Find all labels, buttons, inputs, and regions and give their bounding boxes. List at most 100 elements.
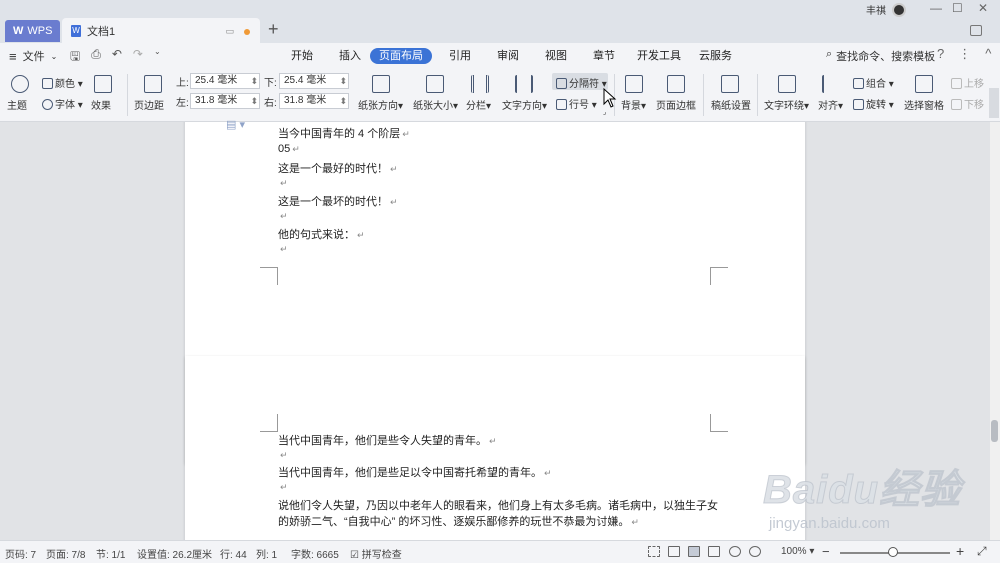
effect-button[interactable]: 效果 [91, 97, 111, 112]
color-button[interactable]: 颜色 ▾ [42, 75, 83, 90]
page-border-icon[interactable] [667, 75, 685, 93]
paragraph[interactable]: 的娇骄二气、“自我中心” 的坏习性、逐娱乐鄙修养的玩世不恭最为讨嫌。 ↵ [278, 513, 639, 529]
text-direction-button[interactable]: 文字方向▾ [502, 97, 547, 112]
tab-references[interactable]: 引用 [440, 48, 480, 64]
effect-icon[interactable] [94, 75, 112, 93]
orientation-button[interactable]: 纸张方向▾ [358, 97, 403, 112]
zoom-in-button[interactable]: + [956, 543, 964, 559]
background-icon[interactable] [625, 75, 643, 93]
page-view-icon[interactable] [688, 546, 700, 557]
paragraph[interactable]: 这是一个最坏的时代！ ↵ [278, 193, 398, 209]
zoom-out-button[interactable]: − [822, 544, 830, 559]
tab-view[interactable]: 视图 [536, 48, 576, 64]
page-size-icon[interactable] [426, 75, 444, 93]
text-direction-icon[interactable] [515, 75, 533, 93]
page-count[interactable]: 页面: 7/8 [46, 546, 85, 561]
scrollbar-thumb[interactable] [991, 420, 998, 442]
close-button[interactable]: ✕ [978, 1, 988, 15]
spell-check-button[interactable]: ☑ 拼写检查 [350, 546, 402, 561]
zoom-level[interactable]: 100% ▾ [781, 546, 814, 557]
paragraph[interactable]: ↵ [278, 481, 288, 493]
collapse-ribbon-icon[interactable]: ^ [985, 46, 991, 62]
align-button[interactable]: 对齐▾ [818, 97, 843, 112]
paragraph[interactable]: 他的句式来说： ↵ [278, 226, 365, 242]
document-canvas[interactable]: 当今中国青年的 4 个阶层 ↵ 05 ↵ 这是一个最好的时代！ ↵ ↵ 这是一个最坏的… [0, 122, 990, 540]
redo-icon[interactable]: ↷ [133, 47, 143, 68]
tab-cloud[interactable]: 云服务 [690, 48, 741, 64]
setting-value[interactable]: 设置值: 26.2厘米 [137, 546, 212, 561]
web-view-icon[interactable] [729, 546, 741, 557]
selection-pane-icon[interactable] [915, 75, 933, 93]
paragraph[interactable]: 当今中国青年的 4 个阶层 ↵ [278, 125, 410, 141]
print-icon[interactable]: ⎙ [91, 47, 101, 68]
margin-right-input[interactable]: 31.8 毫米 [279, 93, 349, 109]
dialog-launcher-icon[interactable]: ⌟ [603, 108, 606, 116]
draft-paper-icon[interactable] [721, 75, 739, 93]
section[interactable]: 节: 1/1 [96, 546, 125, 561]
paragraph[interactable]: ↵ [278, 210, 288, 222]
breaks-button[interactable]: 分隔符 ▾ [556, 75, 607, 90]
paragraph[interactable]: ↵ [278, 177, 288, 189]
new-tab-button[interactable]: + [268, 19, 279, 40]
orientation-icon[interactable] [372, 75, 390, 93]
outline-view-icon[interactable] [708, 546, 720, 557]
page-menu-icon[interactable]: ▤ ▾ [226, 118, 245, 131]
wrap-text-button[interactable]: 文字环绕▾ [764, 97, 809, 112]
tab-chapter[interactable]: 章节 [584, 48, 624, 64]
rotate-button[interactable]: 旋转 ▾ [853, 96, 894, 111]
command-search[interactable]: ⌕ 查找命令、搜索模板 [826, 48, 935, 64]
paragraph[interactable]: ↵ [278, 449, 288, 461]
line-numbers-button[interactable]: 行号 ▾ [556, 96, 597, 111]
wrap-text-icon[interactable] [778, 75, 796, 93]
theme-button[interactable]: 主题 [7, 97, 27, 112]
theme-icon[interactable] [11, 75, 29, 93]
side-panel-icon[interactable] [970, 25, 982, 36]
paragraph[interactable]: 这是一个最好的时代！ ↵ [278, 160, 398, 176]
vertical-scrollbar[interactable] [990, 122, 1000, 540]
file-menu[interactable]: ≡ 文件 ⌄ [9, 48, 57, 64]
tab-home[interactable]: 开始 [282, 48, 322, 64]
tab-page-layout[interactable]: 页面布局 [370, 48, 432, 64]
paragraph[interactable]: ↵ [278, 243, 288, 255]
document-tab[interactable]: W 文档1 ▭ [62, 18, 260, 44]
tab-insert[interactable]: 插入 [330, 48, 370, 64]
screen-icon[interactable]: ▭ [225, 26, 234, 37]
align-icon[interactable] [822, 75, 840, 93]
background-button[interactable]: 背景▾ [621, 97, 646, 112]
send-backward-button[interactable]: 下移 [951, 96, 984, 111]
margins-button[interactable]: 页边距 [134, 97, 164, 112]
bring-forward-button[interactable]: 上移 [951, 75, 984, 90]
selection-pane-button[interactable]: 选择窗格 [904, 97, 944, 112]
fullscreen-icon[interactable] [648, 546, 660, 557]
ribbon-scroll-right-icon[interactable] [989, 88, 999, 118]
margin-bottom-input[interactable]: 25.4 毫米 [279, 73, 349, 89]
columns-icon[interactable] [471, 75, 489, 93]
help-icon[interactable]: ? [937, 46, 944, 62]
paragraph[interactable]: 当代中国青年，他们是些足以令中国寄托希望的青年。 ↵ [278, 464, 552, 480]
columns-button[interactable]: 分栏▾ [466, 97, 491, 112]
margin-left-input[interactable]: 31.8 毫米 [190, 93, 260, 109]
tab-review[interactable]: 审阅 [488, 48, 528, 64]
page-8[interactable]: 当代中国青年，他们是些令人失望的青年。 ↵ ↵ 当代中国青年，他们是些足以令中国寄… [185, 356, 805, 540]
paragraph[interactable]: 05 ↵ [278, 143, 300, 155]
wps-home-tab[interactable]: W WPS [5, 20, 60, 42]
group-button[interactable]: 组合 ▾ [853, 75, 894, 90]
reading-view-icon[interactable] [668, 546, 680, 557]
tab-developer[interactable]: 开发工具 [628, 48, 690, 64]
paragraph[interactable]: 当代中国青年，他们是些令人失望的青年。 ↵ [278, 432, 497, 448]
user-account[interactable]: 丰祺 [866, 2, 906, 17]
page-size-button[interactable]: 纸张大小▾ [413, 97, 458, 112]
save-icon[interactable]: 🖫 [70, 47, 80, 68]
page-code[interactable]: 页码: 7 [5, 546, 36, 561]
eye-protection-icon[interactable] [749, 546, 761, 557]
zoom-slider-handle[interactable] [888, 547, 898, 557]
chevron-down-icon[interactable]: ⌄ [154, 47, 161, 68]
more-icon[interactable]: ⋮ [958, 46, 971, 62]
page-border-button[interactable]: 页面边框 [656, 97, 696, 112]
minimize-button[interactable]: — [930, 1, 942, 15]
maximize-button[interactable]: ☐ [952, 1, 963, 15]
draft-settings-button[interactable]: 稿纸设置 [711, 97, 751, 112]
undo-icon[interactable]: ↶ [112, 47, 122, 68]
paragraph[interactable]: 说他们令人失望，乃因以中老年人的眼看来，他们身上有太多毛病。诸毛病中，以独生子女 [278, 497, 718, 513]
row-indicator[interactable]: 行: 44 [220, 546, 247, 561]
